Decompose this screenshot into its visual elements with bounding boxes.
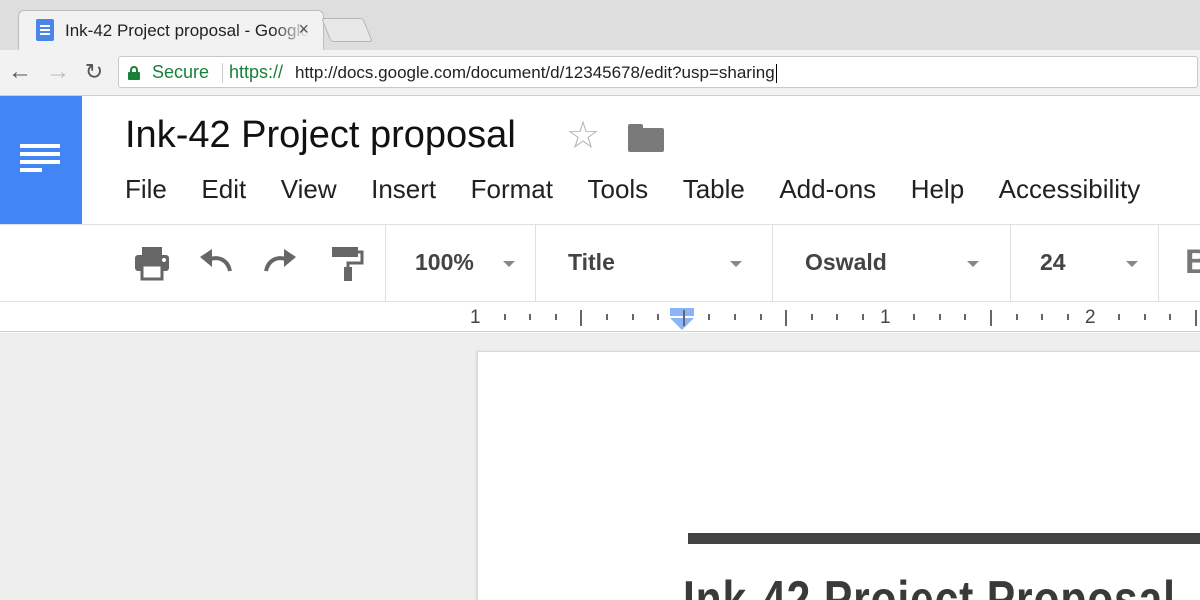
- secure-label[interactable]: Secure: [152, 62, 209, 83]
- browser-toolbar: ← → ↻ Secure https:// http://docs.google…: [0, 50, 1200, 96]
- menu-accessibility[interactable]: Accessibility: [999, 174, 1141, 210]
- ruler-tick: [504, 314, 506, 320]
- ruler-tick: [811, 314, 813, 320]
- url-scheme: https://: [229, 62, 284, 82]
- style-dropdown[interactable]: Title: [568, 225, 748, 301]
- folder-icon[interactable]: [628, 124, 664, 152]
- toolbar-separator: [535, 225, 536, 301]
- menu-bar: File Edit View Insert Format Tools Table…: [125, 174, 1175, 210]
- ruler-tick: [580, 310, 582, 326]
- forward-icon[interactable]: →: [44, 58, 72, 86]
- ruler-number: 1: [470, 307, 481, 328]
- new-tab-button[interactable]: [321, 18, 373, 42]
- ruler-tick: [785, 310, 787, 326]
- chevron-down-icon: [967, 261, 979, 267]
- ruler-tick: [990, 310, 992, 326]
- ruler-tick: [1118, 314, 1120, 320]
- ruler-tick: [657, 314, 659, 320]
- ruler-tick: [1016, 314, 1018, 320]
- ruler-tick: [760, 314, 762, 320]
- zoom-value: 100%: [415, 249, 474, 275]
- ruler-tick: [913, 314, 915, 320]
- menu-file[interactable]: File: [125, 174, 167, 210]
- ruler-tick: [529, 314, 531, 320]
- address-bar[interactable]: Secure https:// http://docs.google.com/d…: [118, 56, 1198, 88]
- reload-icon[interactable]: ↻: [80, 58, 108, 86]
- font-value: Oswald: [805, 249, 887, 275]
- toolbar-separator: [1010, 225, 1011, 301]
- toolbar-separator: [772, 225, 773, 301]
- ruler-tick: [939, 314, 941, 320]
- zoom-dropdown[interactable]: 100%: [415, 225, 525, 301]
- ruler-tick: [1067, 314, 1069, 320]
- docs-favicon-icon: [36, 19, 54, 41]
- document-page[interactable]: Ink-42 Project Proposal: [477, 351, 1200, 600]
- lock-icon[interactable]: [128, 66, 140, 80]
- document-heading[interactable]: Ink-42 Project Proposal: [683, 570, 1176, 600]
- back-icon[interactable]: ←: [6, 58, 34, 86]
- menu-format[interactable]: Format: [471, 174, 553, 210]
- ruler-tick: [555, 314, 557, 320]
- ruler-number: 2: [1085, 307, 1096, 328]
- browser-tab[interactable]: Ink-42 Project proposal - Google Docs ×: [18, 10, 324, 50]
- docs-home-icon[interactable]: [0, 96, 82, 224]
- star-icon[interactable]: ☆: [566, 114, 600, 158]
- menu-add-ons[interactable]: Add-ons: [779, 174, 876, 210]
- ruler-tick: [632, 314, 634, 320]
- redo-icon[interactable]: [260, 243, 300, 283]
- ruler-tick: [1169, 314, 1171, 320]
- ruler-tick: [1195, 310, 1197, 326]
- ruler-tick: [1041, 314, 1043, 320]
- document-title[interactable]: Ink-42 Project proposal: [125, 114, 516, 157]
- chevron-down-icon: [503, 261, 515, 267]
- ruler-tick: [734, 314, 736, 320]
- formatting-toolbar: 100% Title Oswald 24 B: [0, 224, 1200, 302]
- undo-icon[interactable]: [196, 243, 236, 283]
- font-dropdown[interactable]: Oswald: [805, 225, 985, 301]
- style-value: Title: [568, 249, 615, 275]
- ruler-tick: [683, 310, 685, 326]
- close-icon[interactable]: ×: [298, 19, 309, 40]
- ruler-tick: [862, 314, 864, 320]
- menu-help[interactable]: Help: [911, 174, 964, 210]
- ruler-tick: [836, 314, 838, 320]
- menu-edit[interactable]: Edit: [201, 174, 246, 210]
- toolbar-separator: [1158, 225, 1159, 301]
- ruler-tick: [708, 314, 710, 320]
- menu-insert[interactable]: Insert: [371, 174, 436, 210]
- ruler-tick: [964, 314, 966, 320]
- menu-tools[interactable]: Tools: [587, 174, 648, 210]
- menu-view[interactable]: View: [281, 174, 337, 210]
- ruler-number: 1: [880, 307, 891, 328]
- chevron-down-icon: [730, 261, 742, 267]
- ruler-tick: [1144, 314, 1146, 320]
- font-size-value: 24: [1040, 249, 1066, 275]
- toolbar-separator: [385, 225, 386, 301]
- menu-table[interactable]: Table: [683, 174, 745, 210]
- paint-format-icon[interactable]: [326, 243, 366, 283]
- chevron-down-icon: [1126, 261, 1138, 267]
- omnibox-divider: [222, 63, 223, 83]
- print-icon[interactable]: [132, 243, 172, 283]
- ruler: 1 1 2: [0, 302, 1200, 332]
- text-cursor: [775, 64, 777, 84]
- url-text[interactable]: http://docs.google.com/document/d/123456…: [295, 63, 777, 84]
- tab-title: Ink-42 Project proposal - Google Docs: [65, 21, 309, 40]
- ruler-tick: [606, 314, 608, 320]
- horizontal-rule: [688, 533, 1200, 544]
- bold-button[interactable]: B: [1185, 243, 1200, 282]
- indent-marker-icon[interactable]: [670, 308, 694, 332]
- font-size-dropdown[interactable]: 24: [1040, 225, 1140, 301]
- tab-strip: Ink-42 Project proposal - Google Docs ×: [0, 0, 1200, 50]
- url-value: http://docs.google.com/document/d/123456…: [295, 63, 775, 82]
